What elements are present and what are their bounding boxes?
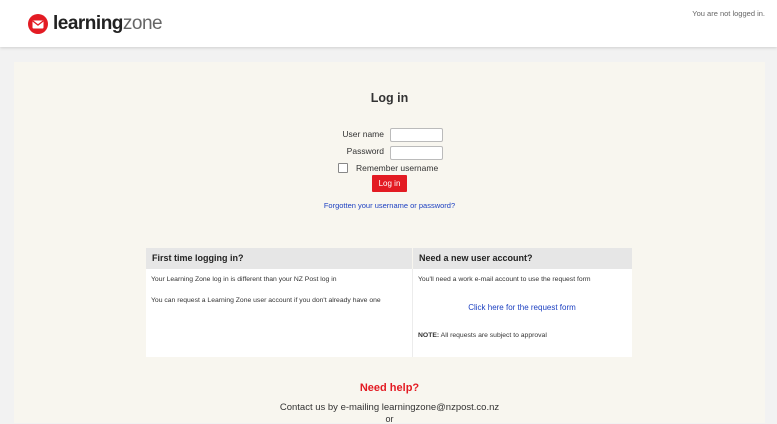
remember-username-checkbox[interactable] xyxy=(338,163,348,173)
note-text: All requests are subject to approval xyxy=(439,332,547,339)
login-button[interactable]: Log in xyxy=(372,175,407,192)
remember-username-label: Remember username xyxy=(356,163,439,173)
brand-wordmark: learningzone xyxy=(53,13,163,34)
envelope-circle-icon xyxy=(28,14,48,34)
new-account-heading: Need a new user account? xyxy=(412,248,632,269)
help-contact-text: Contact us by e-mailing learningzone@nzp… xyxy=(279,402,500,413)
page-title: Log in xyxy=(370,91,409,105)
info-table: First time logging in? Need a new user a… xyxy=(146,248,632,357)
approval-note: NOTE: All requests are subject to approv… xyxy=(418,331,628,341)
new-account-text: You'll need a work e-mail account to use… xyxy=(418,276,591,283)
brand-logo[interactable]: learningzone xyxy=(28,13,163,34)
username-label: User name xyxy=(342,129,384,139)
password-input[interactable] xyxy=(390,146,443,160)
first-time-text-1: Your Learning Zone log in is different t… xyxy=(151,276,337,283)
main-panel: Log in User name Password Remember usern… xyxy=(14,62,765,424)
request-form-link[interactable]: Click here for the request form xyxy=(468,303,576,312)
help-heading: Need help? xyxy=(359,382,420,394)
note-label: NOTE: xyxy=(418,332,440,339)
first-time-text-2: You can request a Learning Zone user acc… xyxy=(151,297,381,304)
site-header: learningzone You are not logged in. xyxy=(0,0,777,47)
first-time-heading: First time logging in? xyxy=(146,248,412,269)
column-divider xyxy=(412,269,413,357)
forgot-password-link[interactable]: Forgotten your username or password? xyxy=(324,201,455,210)
username-input[interactable] xyxy=(390,128,443,142)
password-label: Password xyxy=(346,146,384,156)
remember-username-row: Remember username xyxy=(338,163,438,173)
login-status-text: You are not logged in. xyxy=(692,9,765,18)
